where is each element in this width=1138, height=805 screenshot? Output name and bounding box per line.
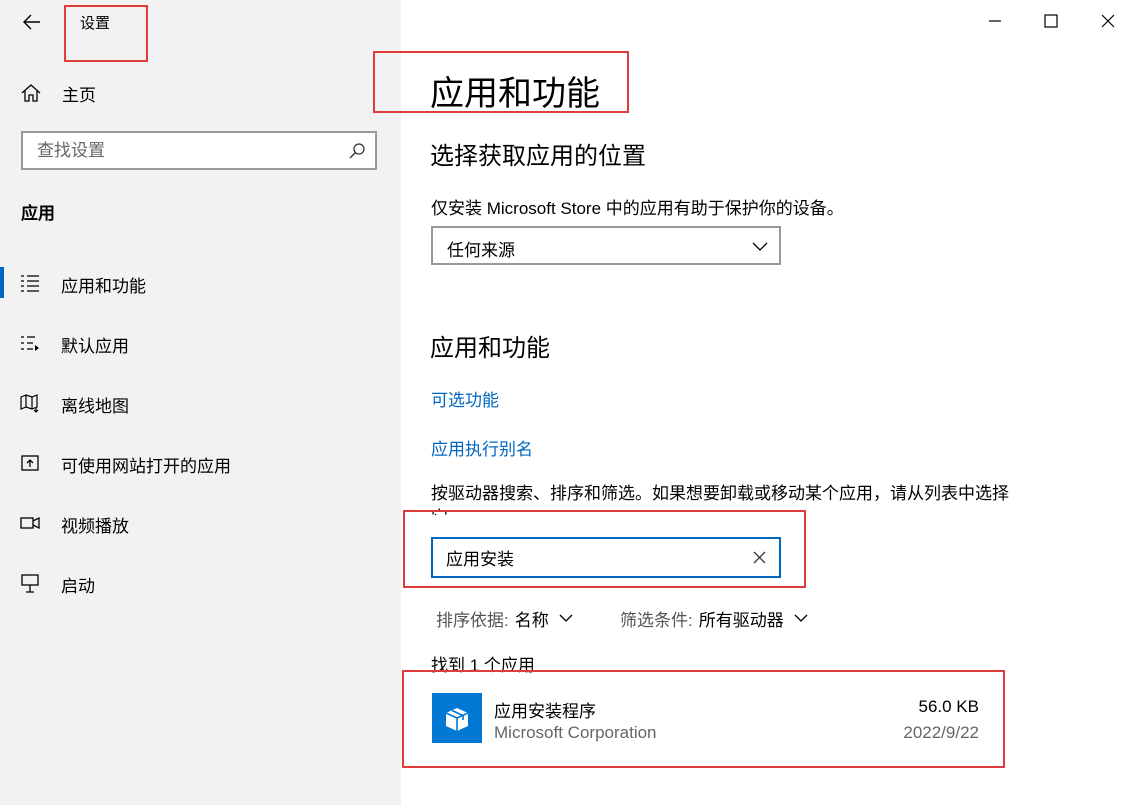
clear-icon[interactable]	[752, 550, 767, 565]
install-source-dropdown[interactable]: 任何来源	[431, 226, 781, 265]
startup-icon	[21, 574, 39, 593]
sidebar-item-label: 启动	[61, 577, 95, 596]
minimize-button[interactable]	[980, 6, 1010, 36]
close-button[interactable]	[1093, 6, 1123, 36]
sort-by-value: 名称	[514, 610, 549, 630]
chevron-down-icon	[752, 242, 768, 251]
app-size: 56.0 KB	[918, 697, 980, 716]
sidebar-item-label: 可使用网站打开的应用	[61, 457, 231, 476]
sidebar-item-label: 视频播放	[61, 517, 129, 536]
chevron-down-icon	[794, 614, 808, 622]
chevron-down-icon	[559, 614, 573, 622]
sidebar-item-video-playback[interactable]: 视频播放	[0, 501, 401, 545]
app-installer-icon	[432, 693, 482, 743]
filter-by-label: 筛选条件:	[620, 610, 693, 630]
dropdown-selected-value: 任何来源	[447, 241, 515, 260]
sort-by-label: 排序依据:	[436, 610, 509, 630]
apps-features-heading: 应用和功能	[430, 335, 550, 362]
sidebar: 设置 主页 应用 应用和功能	[0, 0, 401, 805]
app-list-item[interactable]: 应用安装程序 Microsoft Corporation 56.0 KB 202…	[412, 677, 998, 761]
window-title: 设置	[80, 15, 111, 32]
maximize-button[interactable]	[1036, 6, 1066, 36]
sidebar-section-heading: 应用	[21, 204, 55, 223]
active-indicator	[0, 267, 4, 298]
filter-by-value: 所有驱动器	[698, 610, 784, 630]
app-execution-alias-link[interactable]: 应用执行别名	[431, 435, 533, 460]
sidebar-item-default-apps[interactable]: 默认应用	[0, 321, 401, 365]
video-playback-icon	[20, 516, 40, 530]
sidebar-item-home[interactable]: 主页	[20, 79, 96, 107]
default-apps-icon	[21, 336, 39, 351]
minimize-icon	[989, 20, 1001, 22]
home-icon	[21, 84, 41, 102]
install-source-heading: 选择获取应用的位置	[430, 143, 646, 170]
app-install-date: 2022/9/22	[903, 723, 979, 742]
sidebar-item-startup[interactable]: 启动	[0, 561, 401, 605]
app-search-box[interactable]	[431, 537, 781, 578]
sidebar-item-label: 应用和功能	[61, 277, 146, 296]
search-icon[interactable]	[347, 141, 367, 161]
sidebar-item-label: 离线地图	[61, 397, 129, 416]
app-name: 应用安装程序	[494, 702, 596, 721]
page-title: 应用和功能	[430, 75, 600, 113]
sidebar-item-apps-features[interactable]: 应用和功能	[0, 261, 401, 305]
sidebar-item-home-label: 主页	[62, 85, 96, 105]
settings-search-input[interactable]	[23, 133, 337, 168]
optional-features-link[interactable]: 可选功能	[431, 386, 499, 411]
close-icon	[1101, 14, 1115, 28]
app-publisher: Microsoft Corporation	[494, 723, 657, 742]
apps-for-websites-icon	[21, 455, 39, 471]
filter-by-dropdown[interactable]: 筛选条件: 所有驱动器	[620, 606, 808, 630]
result-count: 找到 1 个应用	[431, 656, 535, 675]
sidebar-item-apps-for-websites[interactable]: 可使用网站打开的应用	[0, 441, 401, 485]
sidebar-item-label: 默认应用	[61, 337, 129, 356]
maximize-icon	[1044, 14, 1058, 28]
back-button[interactable]	[18, 8, 46, 36]
sidebar-item-offline-maps[interactable]: 离线地图	[0, 381, 401, 425]
offline-map-icon	[20, 394, 39, 413]
apps-list-icon	[21, 275, 39, 292]
apps-list-description: 按驱动器搜索、排序和筛选。如果想要卸载或移动某个应用，请从列表中选择它。	[431, 484, 1009, 515]
back-arrow-icon	[23, 14, 40, 30]
install-source-description: 仅安装 Microsoft Store 中的应用有助于保护你的设备。	[431, 199, 844, 218]
sort-by-dropdown[interactable]: 排序依据: 名称	[436, 606, 573, 630]
settings-window: 设置 主页 应用 应用和功能	[0, 0, 1138, 805]
settings-search-box[interactable]	[21, 131, 377, 170]
app-search-input[interactable]	[433, 539, 746, 576]
